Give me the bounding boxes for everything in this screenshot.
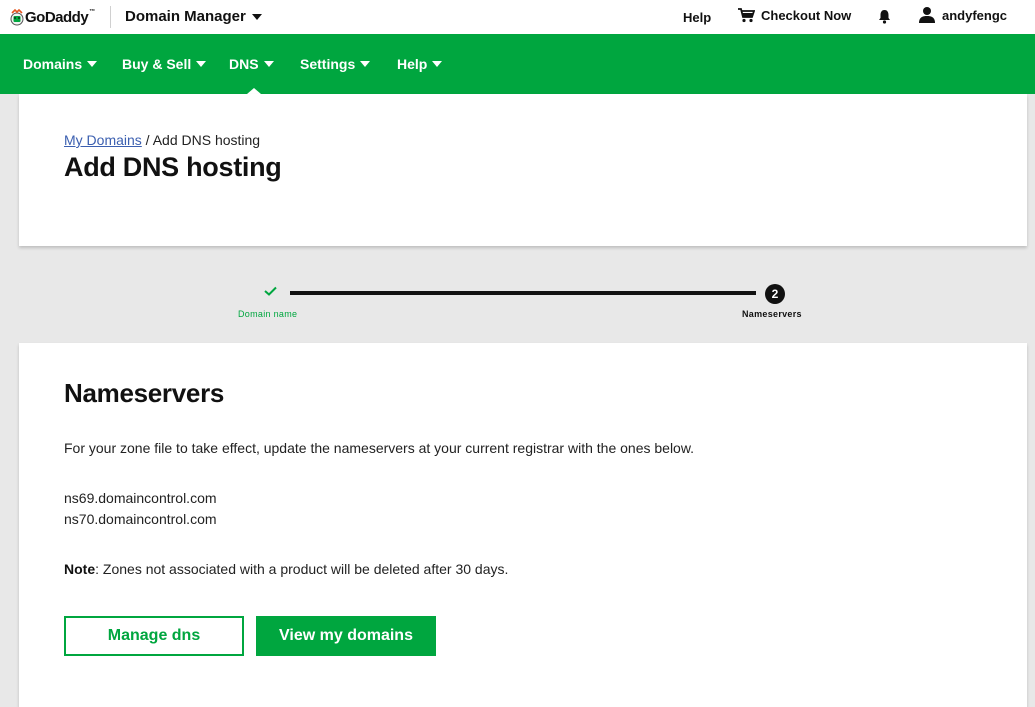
godaddy-logo[interactable]: GoDaddy™ bbox=[10, 4, 95, 30]
page-header-card: My Domains / Add DNS hosting Add DNS hos… bbox=[19, 94, 1027, 246]
top-help-link[interactable]: Help bbox=[683, 10, 711, 25]
chevron-down-icon bbox=[251, 13, 262, 20]
cart-icon bbox=[738, 8, 755, 23]
nameserver-2: ns70.domaincontrol.com bbox=[64, 511, 217, 527]
breadcrumb-link-my-domains[interactable]: My Domains bbox=[64, 132, 142, 148]
product-label: Domain Manager bbox=[125, 8, 246, 25]
nav-item-help[interactable]: Help bbox=[397, 56, 443, 72]
checkmark-icon bbox=[264, 286, 277, 296]
nav-item-label: Domains bbox=[23, 56, 83, 72]
nav-item-domains[interactable]: Domains bbox=[23, 56, 98, 72]
nav-item-label: Buy & Sell bbox=[122, 56, 192, 72]
nameserver-1: ns69.domaincontrol.com bbox=[64, 490, 217, 506]
chevron-down-icon bbox=[432, 61, 443, 67]
username: andyfengc bbox=[942, 7, 1008, 23]
manage-dns-button[interactable]: Manage dns bbox=[64, 616, 244, 656]
nav-item-label: DNS bbox=[229, 56, 259, 72]
nav-item-buy-sell[interactable]: Buy & Sell bbox=[122, 56, 207, 72]
chevron-down-icon bbox=[196, 61, 207, 67]
main-nav: Domains Buy & Sell DNS Settings Help bbox=[0, 34, 1035, 94]
notifications-button[interactable] bbox=[878, 9, 891, 29]
section-title: Nameservers bbox=[64, 378, 225, 408]
view-my-domains-button[interactable]: View my domains bbox=[256, 616, 436, 656]
step-label-nameservers: Nameservers bbox=[742, 309, 802, 319]
chevron-down-icon bbox=[87, 61, 98, 67]
nav-item-settings[interactable]: Settings bbox=[300, 56, 371, 72]
page-title: Add DNS hosting bbox=[64, 152, 282, 182]
chevron-down-icon bbox=[360, 61, 371, 67]
instructions-text: For your zone file to take effect, updat… bbox=[64, 440, 695, 456]
breadcrumb-current: Add DNS hosting bbox=[152, 132, 261, 148]
checkout-label: Checkout Now bbox=[761, 8, 852, 23]
note-body: : Zones not associated with a product wi… bbox=[95, 561, 509, 577]
product-menu[interactable]: Domain Manager bbox=[125, 8, 262, 25]
nav-item-label: Help bbox=[397, 56, 428, 72]
checkout-button[interactable]: Checkout Now bbox=[738, 8, 851, 23]
breadcrumb-separator: / bbox=[141, 132, 153, 148]
stepper-progress-line bbox=[290, 291, 756, 295]
note-label: Note bbox=[64, 561, 96, 577]
logo-text: GoDaddy™ bbox=[25, 8, 95, 26]
top-bar: GoDaddy™ Domain Manager Help Checkout No… bbox=[0, 0, 1035, 34]
note-text: Note: Zones not associated with a produc… bbox=[64, 561, 508, 577]
godaddy-mascot-icon bbox=[10, 8, 24, 26]
nav-item-label: Settings bbox=[300, 56, 356, 72]
chevron-down-icon bbox=[263, 61, 274, 67]
breadcrumb: My Domains / Add DNS hosting bbox=[64, 132, 260, 148]
account-menu[interactable]: andyfengc bbox=[918, 6, 1007, 24]
user-icon bbox=[919, 7, 935, 23]
bell-icon bbox=[879, 10, 890, 24]
topbar-divider bbox=[110, 6, 111, 28]
nav-item-dns[interactable]: DNS bbox=[229, 56, 274, 72]
nameservers-card: Nameservers For your zone file to take e… bbox=[19, 343, 1027, 707]
step-label-domain-name: Domain name bbox=[238, 309, 298, 319]
step-number-badge: 2 bbox=[765, 284, 785, 304]
